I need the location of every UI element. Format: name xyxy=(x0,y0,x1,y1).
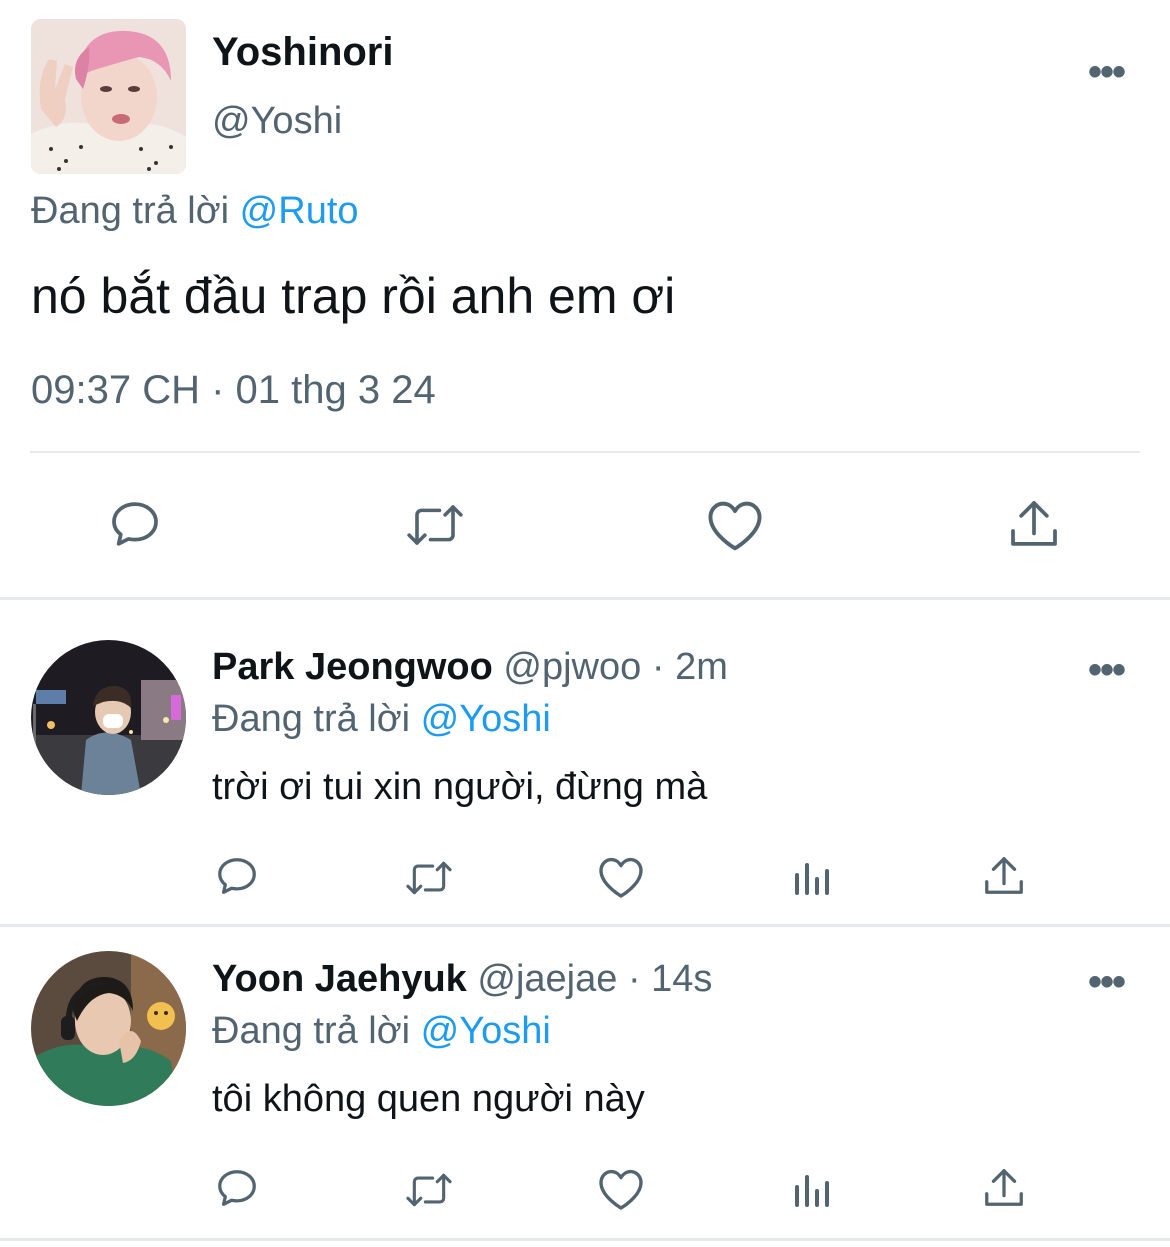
share-icon[interactable] xyxy=(981,1165,1027,1211)
heart-icon[interactable] xyxy=(597,1167,645,1211)
header-separator: · xyxy=(651,646,665,688)
more-options-icon[interactable]: ••• xyxy=(1088,52,1126,92)
more-options-icon[interactable]: ••• xyxy=(1088,962,1126,1002)
replying-to-line: Đang trả lời @Yoshi xyxy=(212,698,551,741)
tweet-timestamp[interactable]: 09:37 CH · 01 thg 3 24 xyxy=(31,368,436,413)
replying-mention-link[interactable]: @Yoshi xyxy=(421,698,551,740)
replying-to-line: Đang trả lời @Ruto xyxy=(31,190,359,233)
reply-header: Yoon Jaehyuk @jaejae · 14s xyxy=(212,958,712,1001)
replying-prefix: Đang trả lời xyxy=(212,1010,411,1052)
retweet-icon[interactable] xyxy=(402,856,456,900)
reply-handle[interactable]: @pjwoo xyxy=(503,646,641,688)
reply-text: tôi không quen người này xyxy=(212,1078,645,1120)
reply-text: trời ơi tui xin người, đừng mà xyxy=(212,766,708,808)
replying-mention-link[interactable]: @Ruto xyxy=(240,190,359,232)
reply-display-name[interactable]: Yoon Jaehyuk xyxy=(212,958,467,1000)
heart-icon[interactable] xyxy=(705,498,765,552)
replying-to-line: Đang trả lời @Yoshi xyxy=(212,1010,551,1053)
author-display-name[interactable]: Yoshinori xyxy=(212,30,393,75)
reply-time[interactable]: 14s xyxy=(651,958,712,1000)
views-bar-chart-icon[interactable] xyxy=(793,857,833,897)
views-bar-chart-icon[interactable] xyxy=(793,1169,833,1209)
author-handle[interactable]: @Yoshi xyxy=(212,100,342,143)
more-options-icon[interactable]: ••• xyxy=(1088,650,1126,690)
header-separator: · xyxy=(627,958,641,1000)
replying-mention-link[interactable]: @Yoshi xyxy=(421,1010,551,1052)
section-divider xyxy=(0,924,1170,927)
section-divider xyxy=(0,1238,1170,1241)
share-icon[interactable] xyxy=(1006,495,1062,553)
reply-display-name[interactable]: Park Jeongwoo xyxy=(212,646,493,688)
reply-icon[interactable] xyxy=(214,1165,260,1211)
retweet-icon[interactable] xyxy=(402,498,468,552)
section-divider xyxy=(0,597,1170,600)
retweet-icon[interactable] xyxy=(402,1168,456,1212)
share-icon[interactable] xyxy=(981,853,1027,899)
replying-prefix: Đang trả lời xyxy=(212,698,411,740)
divider xyxy=(30,451,1140,453)
reply-avatar[interactable] xyxy=(31,640,186,795)
main-avatar[interactable] xyxy=(31,19,186,174)
reply-icon[interactable] xyxy=(214,853,260,899)
reply-handle[interactable]: @jaejae xyxy=(477,958,617,1000)
tweet-text: nó bắt đầu trap rồi anh em ơi xyxy=(31,268,676,324)
reply-time[interactable]: 2m xyxy=(675,646,728,688)
reply-header: Park Jeongwoo @pjwoo · 2m xyxy=(212,646,728,689)
heart-icon[interactable] xyxy=(597,855,645,899)
replying-prefix: Đang trả lời xyxy=(31,190,230,232)
reply-avatar[interactable] xyxy=(31,951,186,1106)
reply-icon[interactable] xyxy=(107,496,163,552)
